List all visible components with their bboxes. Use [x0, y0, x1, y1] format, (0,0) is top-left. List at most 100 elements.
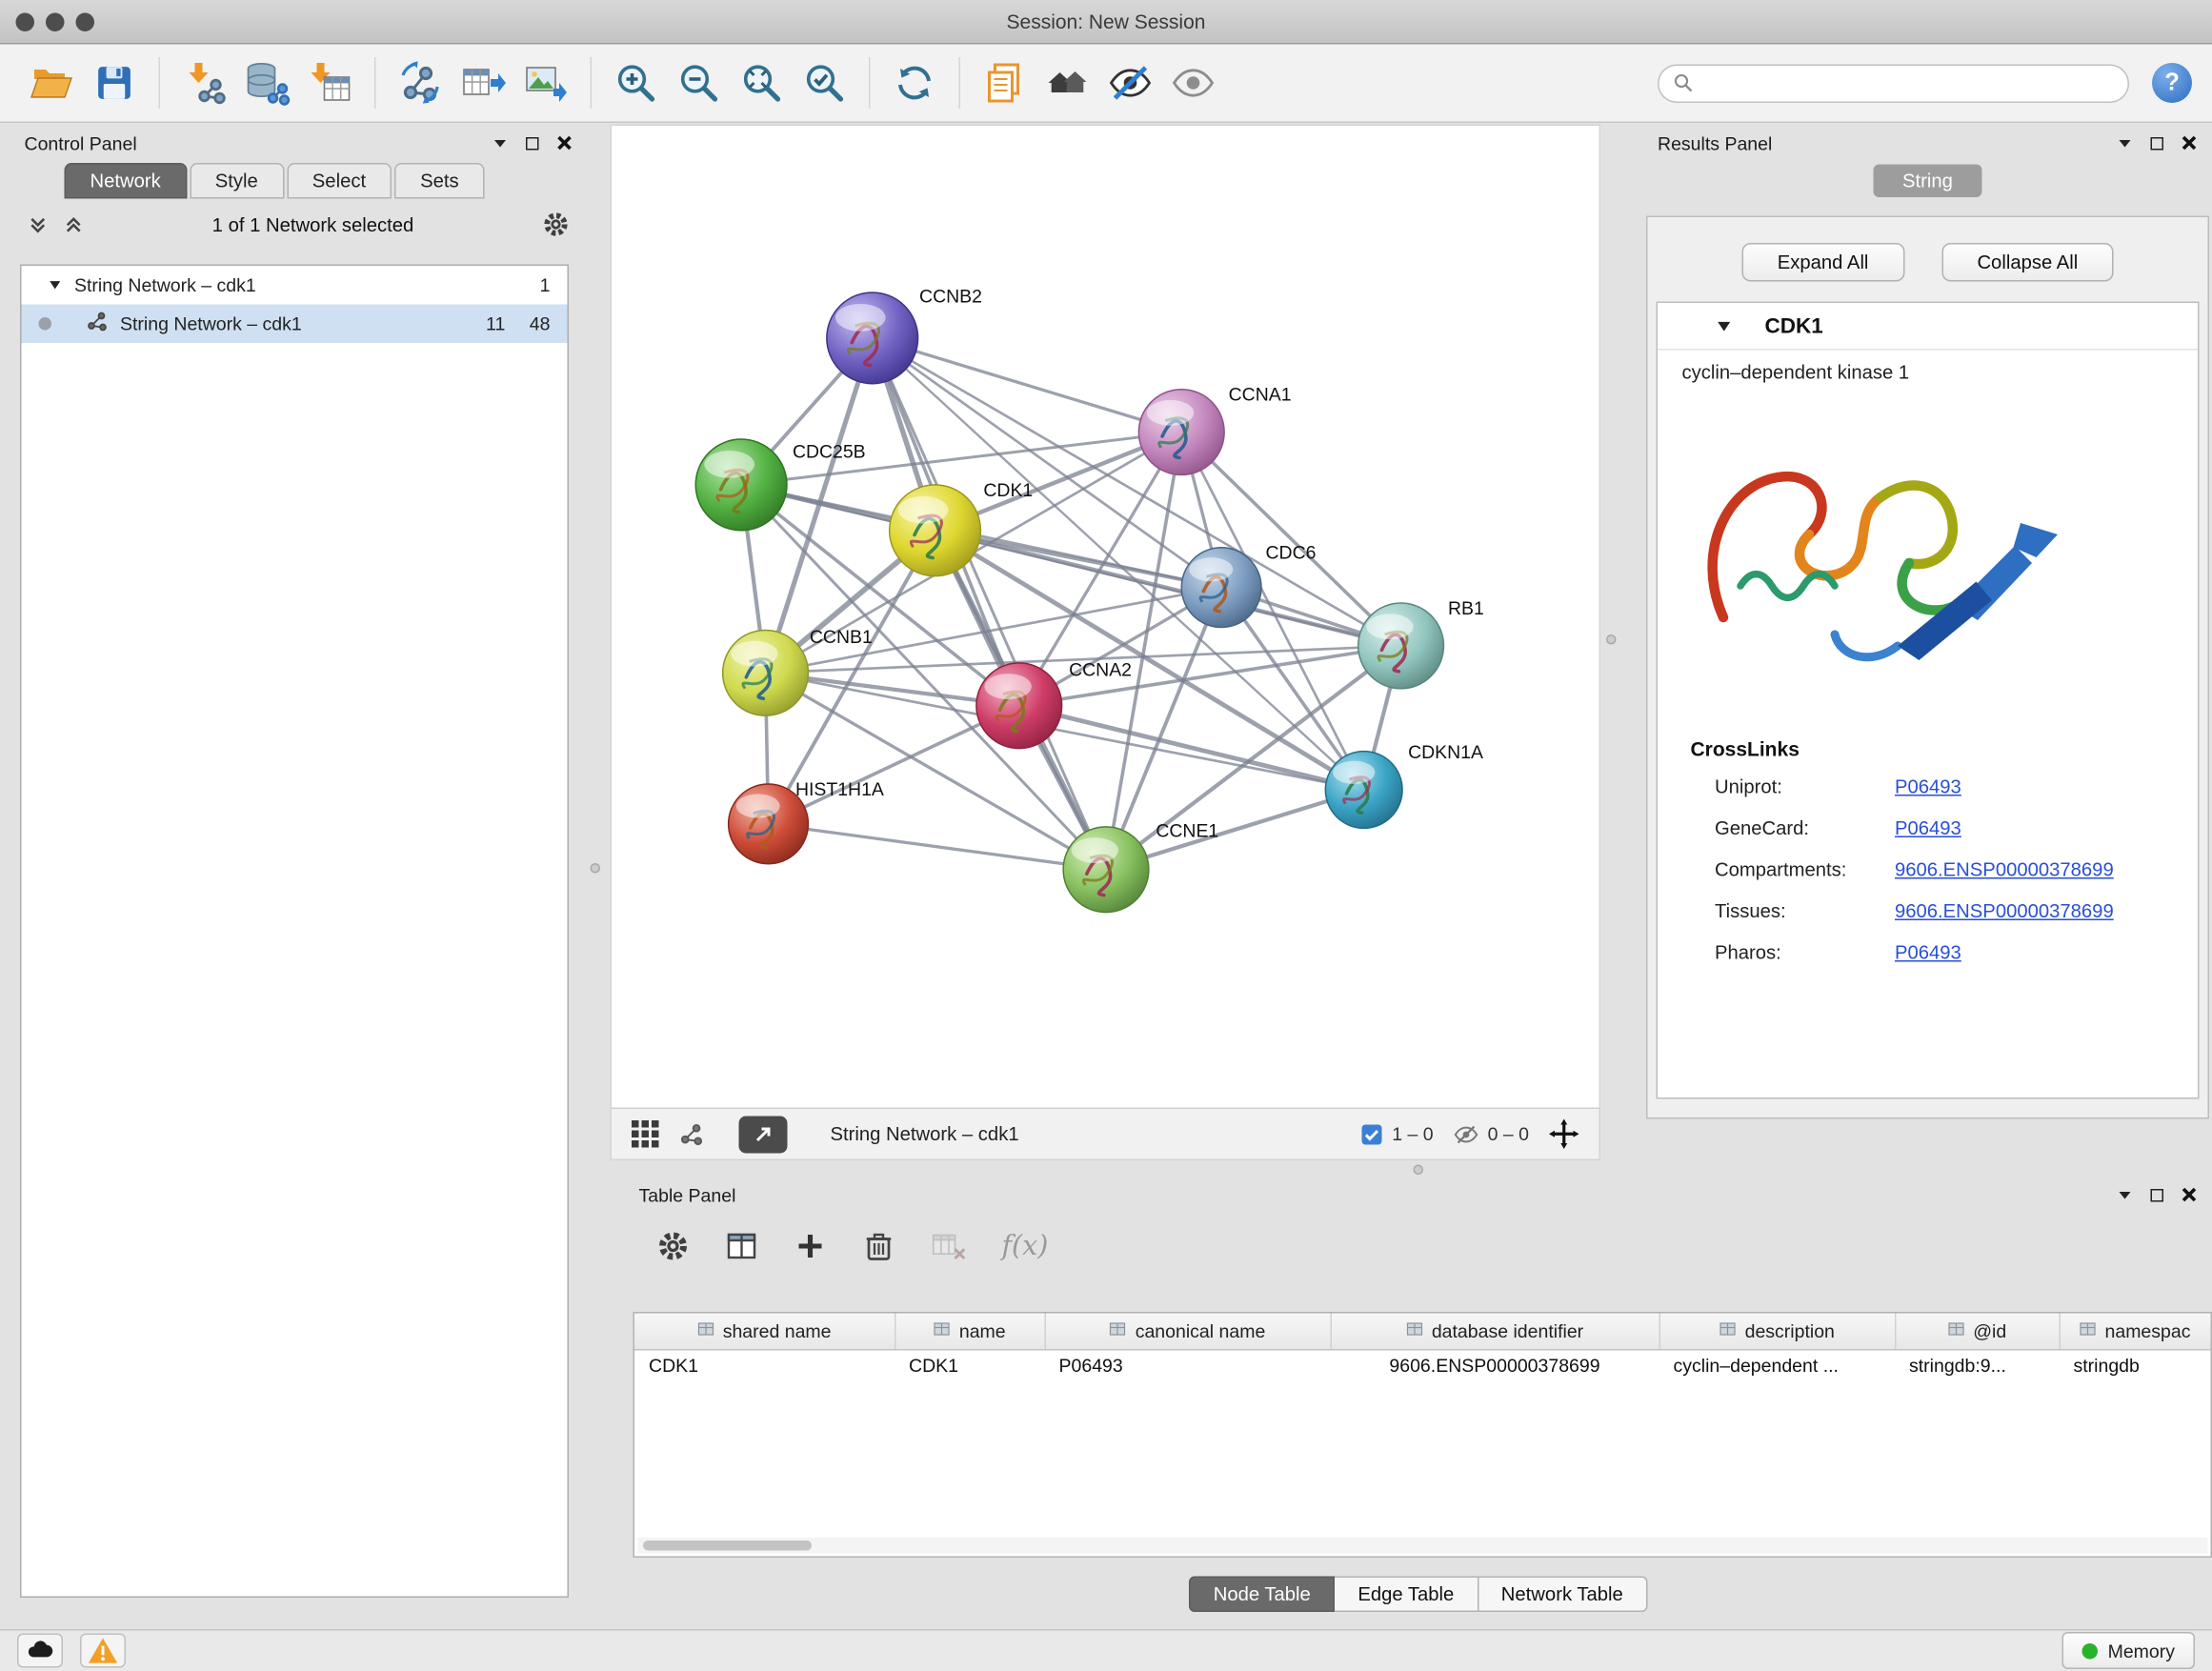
column-header-shared-name[interactable]: shared name	[634, 1314, 895, 1350]
zoom-in-button[interactable]	[605, 51, 668, 114]
network-node-CDK1[interactable]	[890, 485, 981, 576]
show-all-button[interactable]	[1162, 51, 1225, 114]
scrollbar-thumb[interactable]	[643, 1540, 812, 1551]
network-node-CDC25B[interactable]	[695, 439, 787, 531]
column-header-name[interactable]: name	[895, 1314, 1045, 1350]
home-button[interactable]	[1036, 51, 1099, 114]
right-splitter-handle[interactable]	[1606, 634, 1617, 645]
collapse-all-icon[interactable]	[63, 213, 85, 235]
tab-sets[interactable]: Sets	[394, 163, 485, 199]
table-cell[interactable]: CDK1	[895, 1349, 1045, 1382]
left-splitter-handle[interactable]	[591, 863, 601, 874]
export-table-button[interactable]	[452, 51, 514, 114]
table-settings-gear-icon[interactable]	[656, 1229, 691, 1263]
network-edge-CCNB2-CCNE1[interactable]	[873, 338, 1106, 870]
column-header-canonical-name[interactable]: canonical name	[1045, 1314, 1331, 1350]
warnings-button[interactable]	[80, 1634, 126, 1668]
show-columns-icon[interactable]	[725, 1229, 759, 1263]
network-node-CCNB2[interactable]	[827, 292, 918, 384]
open-session-button[interactable]	[20, 51, 83, 114]
table-cell[interactable]: P06493	[1045, 1349, 1331, 1382]
table-cell[interactable]: CDK1	[634, 1349, 895, 1382]
tab-node-table[interactable]: Node Table	[1189, 1577, 1335, 1613]
tree-expand-caret-icon[interactable]	[48, 277, 64, 293]
navigate-network-button[interactable]	[739, 1116, 788, 1153]
panel-close-icon[interactable]	[556, 134, 573, 151]
window-close-button[interactable]	[16, 12, 35, 31]
network-edge-CCNB2-CCNA1[interactable]	[873, 338, 1182, 433]
panel-close-icon[interactable]	[2181, 1186, 2198, 1203]
refresh-layout-button[interactable]	[883, 51, 946, 114]
panel-close-icon[interactable]	[2181, 134, 2198, 151]
horizontal-scrollbar[interactable]	[637, 1538, 2208, 1554]
create-column-plus-icon[interactable]	[794, 1229, 828, 1263]
column-header-description[interactable]: description	[1659, 1314, 1896, 1350]
column-header-namespac[interactable]: namespac	[2060, 1314, 2211, 1350]
column-header-@id[interactable]: @id	[1895, 1314, 2060, 1350]
network-node-CDKN1A[interactable]	[1325, 752, 1402, 829]
network-node-CCNB1[interactable]	[723, 630, 809, 715]
panel-menu-icon[interactable]	[2117, 134, 2134, 151]
help-button[interactable]: ?	[2152, 63, 2192, 103]
network-node-CDC6[interactable]	[1181, 548, 1261, 628]
new-network-button[interactable]	[389, 51, 452, 114]
tab-style[interactable]: Style	[190, 163, 284, 199]
network-node-RB1[interactable]	[1358, 603, 1444, 689]
tab-string[interactable]: String	[1874, 165, 1981, 198]
column-header-database-identifier[interactable]: database identifier	[1331, 1314, 1659, 1350]
crosslink-link[interactable]: P06493	[1895, 817, 1961, 839]
panel-float-icon[interactable]	[526, 136, 539, 150]
import-network-from-file-button[interactable]	[173, 51, 236, 114]
hide-selected-button[interactable]	[1099, 51, 1162, 114]
network-row-selected[interactable]: String Network – cdk1 11 48	[22, 305, 568, 344]
network-node-CCNE1[interactable]	[1063, 827, 1149, 913]
crosslink-link[interactable]: 9606.ENSP00000378699	[1895, 859, 2114, 881]
zoom-fit-button[interactable]	[731, 51, 794, 114]
network-edge-HIST1H1A-CCNE1[interactable]	[769, 824, 1106, 870]
expand-all-button[interactable]: Expand All	[1741, 243, 1904, 282]
bottom-splitter-handle[interactable]	[1414, 1165, 1424, 1176]
network-graph[interactable]: CCNB2CCNA1CDC25BCDK1CDC6RB1CCNB1CCNA2CDK…	[612, 126, 1599, 1108]
cloud-status-button[interactable]	[17, 1634, 63, 1668]
table-cell[interactable]: stringdb	[2060, 1349, 2211, 1382]
panel-menu-icon[interactable]	[2117, 1186, 2134, 1203]
tab-select[interactable]: Select	[287, 163, 392, 199]
table-cell[interactable]: cyclin–dependent ...	[1659, 1349, 1896, 1382]
tab-edge-table[interactable]: Edge Table	[1335, 1577, 1478, 1613]
checkbox-icon[interactable]	[1360, 1122, 1383, 1145]
birdseye-grid-icon[interactable]	[632, 1120, 659, 1148]
panel-menu-icon[interactable]	[492, 134, 509, 151]
options-gear-icon[interactable]	[542, 211, 571, 239]
window-minimize-button[interactable]	[46, 12, 65, 31]
network-canvas[interactable]: CCNB2CCNA1CDC25BCDK1CDC6RB1CCNB1CCNA2CDK…	[612, 126, 1599, 1108]
collapse-all-button[interactable]: Collapse All	[1941, 243, 2114, 282]
function-builder-icon[interactable]: f(x)	[1002, 1231, 1049, 1262]
export-image-button[interactable]	[514, 51, 577, 114]
crosslink-link[interactable]: P06493	[1895, 776, 1961, 798]
network-node-CCNA2[interactable]	[976, 663, 1062, 749]
delete-column-trash-icon[interactable]	[862, 1229, 896, 1263]
panel-float-icon[interactable]	[2151, 1188, 2164, 1201]
protein-card-header[interactable]: CDK1	[1658, 303, 2198, 351]
network-collection-row[interactable]: String Network – cdk1 1	[22, 266, 568, 305]
zoom-selected-button[interactable]	[794, 51, 856, 114]
search-input[interactable]	[1703, 73, 2114, 93]
tab-network-table[interactable]: Network Table	[1478, 1577, 1647, 1613]
collapse-caret-icon[interactable]	[1715, 316, 1734, 335]
zoom-out-button[interactable]	[668, 51, 731, 114]
table-cell[interactable]: stringdb:9...	[1895, 1349, 2060, 1382]
import-network-from-database-button[interactable]	[236, 51, 299, 114]
table-cell[interactable]: 9606.ENSP00000378699	[1331, 1349, 1659, 1382]
table-row[interactable]: CDK1CDK1P064939606.ENSP00000378699cyclin…	[634, 1349, 2211, 1382]
search-box[interactable]	[1658, 64, 2129, 103]
copy-button[interactable]	[974, 51, 1036, 114]
crosslink-link[interactable]: P06493	[1895, 942, 1961, 964]
network-share-icon[interactable]	[679, 1121, 705, 1147]
tab-network[interactable]: Network	[65, 163, 187, 199]
network-node-CCNA1[interactable]	[1138, 390, 1224, 475]
eye-slash-small-icon[interactable]	[1454, 1121, 1479, 1147]
import-table-from-file-button[interactable]	[299, 51, 362, 114]
save-session-button[interactable]	[83, 51, 146, 114]
pan-crosshair-icon[interactable]	[1549, 1119, 1579, 1150]
memory-button[interactable]: Memory	[2062, 1632, 2195, 1669]
